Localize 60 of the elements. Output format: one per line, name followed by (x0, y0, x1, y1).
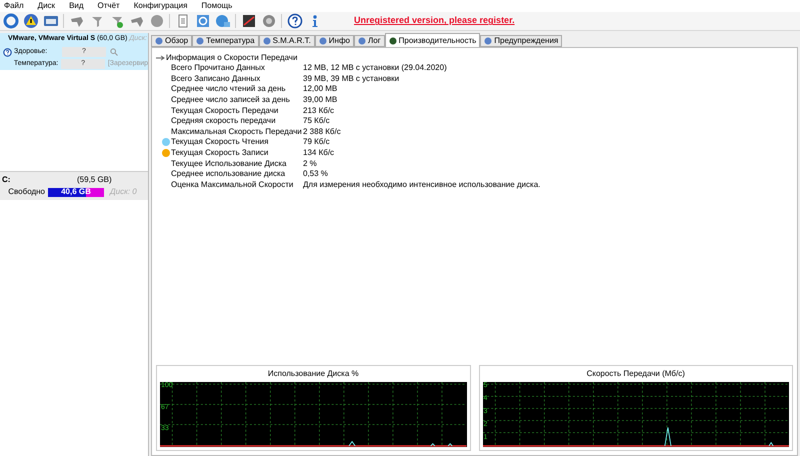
tab[interactable]: S.M.A.R.T. (258, 35, 315, 47)
property-label: Текущее Использование Диска (171, 158, 288, 170)
property-label: Текущая Скорость Передачи (171, 104, 280, 117)
tab[interactable]: Обзор (151, 35, 192, 47)
property-value: 2 % (303, 158, 317, 170)
property-value: 39,00 MB (303, 94, 338, 106)
tab-icon (484, 37, 492, 45)
menu-item[interactable]: Диск (38, 0, 56, 12)
tab-icon (358, 37, 366, 45)
graph-title: Использование Диска % (266, 368, 360, 380)
tab[interactable]: Температура (192, 35, 259, 47)
chart-icon[interactable] (240, 12, 257, 30)
register-link[interactable]: Unregistered version, please register. (354, 14, 515, 28)
property-value: 2 388 Кб/с (303, 126, 341, 138)
property-value: 0,53 % (303, 168, 328, 180)
property-label: Среднее число записей за день (171, 94, 291, 106)
property-label: Текущая Скорость Чтения (171, 136, 270, 148)
property-value: 79 Кб/с (303, 136, 330, 148)
tab[interactable]: Лог (354, 35, 385, 47)
property-label: Среднее использование диска (171, 168, 286, 180)
tab-icon (196, 37, 204, 45)
property-label: Всего Записано Данных (171, 72, 262, 85)
graph-title: Скорость Передачи (Мб/с) (586, 368, 686, 380)
property-label: Всего Прочитано Данных (171, 62, 266, 74)
partition-size: (59,5 GB) (77, 174, 112, 186)
tab[interactable]: Инфо (314, 35, 354, 47)
property-label: Текущая Скорость Записи (171, 147, 270, 160)
tab-icon (155, 37, 163, 45)
help-icon[interactable] (286, 12, 303, 30)
property-label: Среднее число чтений за день (171, 83, 287, 96)
help-icon (2, 47, 12, 57)
property-value: 75 Кб/с (303, 115, 330, 128)
tab-icon (262, 37, 271, 45)
refresh-icon[interactable] (2, 12, 19, 30)
menu-item[interactable]: Вид (69, 0, 84, 12)
menu-item[interactable]: Файл (4, 0, 24, 12)
property-label: Оценка Максимальной Скорости (171, 178, 294, 191)
property-value: 213 Кб/с (303, 104, 334, 117)
free-label: Свободно (7, 186, 46, 198)
tab[interactable]: Производительность (384, 33, 480, 47)
property-label: Максимальная Скорость Передачи (171, 126, 303, 138)
property-value: 12 MB, 12 MB с установки (29.04.2020) (303, 62, 447, 74)
property-value: Для измерения необходимо интенсивное использование диска. (303, 178, 540, 191)
tab[interactable]: Предупреждения (480, 35, 562, 47)
disk-number: Диск: 0 (110, 186, 137, 198)
tree-title: Информация о Скорости Передачи (166, 52, 298, 64)
property-value: 12,00 MB (303, 83, 338, 96)
tab-icon (318, 37, 327, 45)
menu-item[interactable]: Помощь (201, 0, 232, 12)
warning-icon[interactable] (22, 12, 39, 30)
menu-item[interactable]: Конфигурация (134, 0, 188, 12)
partition-name: C: (2, 174, 12, 186)
tree-root[interactable]: Информация о Скорости Передачи (156, 52, 793, 63)
property-value: 134 Кб/с (303, 147, 334, 160)
property-label: Средняя скорость передачи (171, 115, 277, 128)
property-value: 39 MB, 39 MB с установки (303, 72, 400, 85)
magnifier-icon[interactable] (110, 48, 118, 56)
tab-icon (388, 36, 397, 44)
expanded-arrow-icon[interactable] (156, 54, 165, 60)
menu-item[interactable]: Отчёт (98, 0, 120, 12)
